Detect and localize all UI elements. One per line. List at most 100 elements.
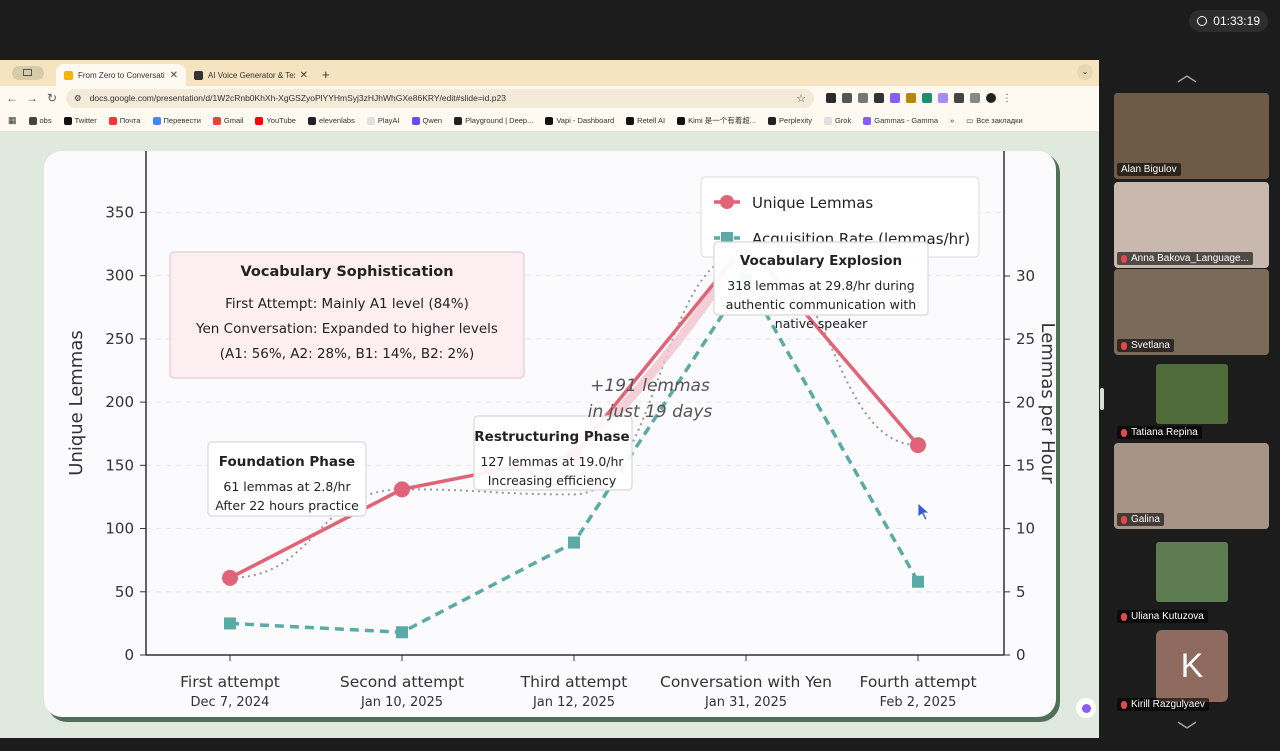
unique-lemmas-point (910, 437, 926, 454)
unique-lemmas-point (394, 481, 410, 498)
extension-icon[interactable] (890, 93, 900, 103)
profile-avatar[interactable] (986, 93, 996, 103)
growth-annotation: in just 19 days (588, 402, 713, 422)
bookmark-icon (307, 116, 316, 125)
bookmark-icon (454, 116, 463, 125)
bookmark-gamma[interactable]: Gammas - Gamma (863, 116, 938, 125)
bookmark-icon (823, 116, 832, 125)
x-tick-date: Feb 2, 2025 (880, 695, 957, 710)
participant-tile[interactable]: Alan Bigulov (1114, 93, 1269, 179)
mouse-cursor-icon (917, 502, 931, 521)
y-right-tick-label: 5 (1016, 583, 1026, 601)
participant-name-tag: Anna Bakova_Language... (1117, 252, 1253, 265)
tab-ai-voice[interactable]: AI Voice Generator & Text to ✕ (186, 64, 316, 86)
participant-tile[interactable]: Anna Bakova_Language... (1114, 182, 1269, 268)
meeting-timer-text: 01:33:19 (1213, 14, 1260, 28)
extension-icon[interactable] (858, 93, 868, 103)
x-tick-label: Second attempt (340, 673, 464, 691)
y-right-tick-label: 15 (1016, 457, 1035, 475)
window-switcher-button[interactable] (12, 66, 44, 80)
bookmark-retell[interactable]: Retell AI (626, 116, 665, 125)
explosion-title: Vocabulary Explosion (740, 253, 902, 269)
bookmark-playai[interactable]: PlayAI (366, 116, 400, 125)
participant-tile[interactable]: Tatiana Repina (1114, 356, 1269, 442)
bookmark-vapi[interactable]: Vapi - Dashboard (545, 116, 614, 125)
bookmark-grok[interactable]: Grok (823, 116, 851, 125)
elevenlabs-favicon-icon (194, 70, 203, 80)
bookmark-icon (212, 116, 221, 125)
bookmark-icon (863, 116, 872, 125)
extension-icon[interactable] (906, 93, 916, 103)
participant-tile[interactable]: Svetlana (1114, 269, 1269, 355)
sophistication-title: Vocabulary Sophistication (240, 264, 453, 280)
x-tick-label: First attempt (180, 673, 280, 691)
bookmarks-overflow-button[interactable]: » (950, 116, 954, 125)
x-tick-label: Fourth attempt (859, 673, 976, 691)
y-tick-label: 250 (105, 330, 134, 348)
x-tick-date: Jan 10, 2025 (360, 695, 443, 710)
extensions-toolbar: ⋮ (826, 93, 1012, 104)
close-icon[interactable]: ✕ (300, 70, 308, 81)
mic-muted-icon (1121, 428, 1127, 437)
bookmark-obs[interactable]: obs (28, 116, 52, 125)
bookmark-qwen[interactable]: Qwen (411, 116, 442, 125)
growth-annotation: +191 lemmas (590, 376, 710, 396)
y-tick-label: 50 (115, 583, 134, 601)
bookmark-icon (626, 116, 635, 125)
site-info-icon[interactable]: ⚙ (74, 93, 82, 104)
mic-muted-icon (1121, 341, 1127, 350)
bookmark-translate[interactable]: Перевести (152, 116, 201, 125)
close-icon[interactable]: ✕ (170, 70, 178, 81)
assistant-button[interactable] (1076, 698, 1096, 718)
chevron-down-icon[interactable]: ﹀ (1177, 715, 1197, 744)
all-bookmarks-button[interactable]: ▭ Все закладки (966, 116, 1022, 125)
extension-icon[interactable] (826, 93, 836, 103)
bookmark-mail[interactable]: Почта (108, 116, 141, 125)
sophistication-line: (A1: 56%, A2: 28%, B1: 14%, B2: 2%) (220, 346, 474, 362)
tab-search-button[interactable]: ⌄ (1077, 64, 1093, 80)
bookmark-elevenlabs[interactable]: elevenlabs (307, 116, 355, 125)
reload-icon[interactable]: ↻ (46, 91, 58, 105)
new-tab-button[interactable]: + (322, 67, 330, 82)
extension-icon[interactable] (874, 93, 884, 103)
bookmark-twitter[interactable]: Twitter (63, 116, 97, 125)
menu-icon[interactable]: ⋮ (1002, 93, 1012, 104)
url-text: docs.google.com/presentation/d/1W2cRnb0K… (89, 93, 506, 103)
bookmark-perplexity[interactable]: Perplexity (768, 116, 812, 125)
extension-icon[interactable] (922, 93, 932, 103)
participant-tile[interactable]: Galina (1114, 443, 1269, 529)
bookmarks-bar: ▦ obs Twitter Почта Перевести Gmail YouT… (0, 110, 1099, 132)
bookmark-icon (63, 116, 72, 125)
participant-name-tag: Galina (1117, 513, 1164, 526)
legend-label-lemmas: Unique Lemmas (752, 194, 873, 212)
participant-avatar-kirill: K (1156, 630, 1228, 702)
y-right-tick-label: 25 (1016, 330, 1035, 348)
extension-icon[interactable] (842, 93, 852, 103)
participant-tile[interactable]: K Kirill Razgulyaev (1114, 628, 1269, 714)
acquisition-rate-point (912, 575, 924, 588)
bookmark-icon (411, 116, 420, 125)
forward-icon[interactable]: → (26, 91, 38, 105)
bookmark-gmail[interactable]: Gmail (212, 116, 243, 125)
chevron-up-icon[interactable]: ︿ (1177, 58, 1197, 87)
participant-video-tatiana (1156, 364, 1228, 424)
bookmark-deepseek[interactable]: Playground | Deep... (454, 116, 533, 125)
unique-lemmas-point (222, 569, 238, 586)
participant-tile[interactable]: Uliana Kutuzova (1114, 540, 1269, 626)
extension-icon[interactable] (938, 93, 948, 103)
back-icon[interactable]: ← (6, 91, 18, 105)
tab-label: From Zero to Conversational (78, 70, 165, 80)
apps-grid-icon[interactable]: ▦ (8, 115, 17, 126)
bookmark-youtube[interactable]: YouTube (255, 116, 296, 125)
address-bar-row: ← → ↻ ⚙ docs.google.com/presentation/d/1… (0, 86, 1099, 110)
bookmark-star-icon[interactable]: ☆ (796, 92, 806, 105)
extension-icon[interactable] (954, 93, 964, 103)
meeting-timer: 01:33:19 (1189, 10, 1268, 32)
url-field[interactable]: ⚙ docs.google.com/presentation/d/1W2cRnb… (66, 88, 814, 108)
puzzle-icon[interactable] (970, 93, 980, 103)
y-tick-label: 300 (105, 267, 134, 285)
explosion-line: native speaker (775, 316, 868, 331)
tab-slides[interactable]: From Zero to Conversational ✕ (56, 64, 186, 86)
slides-favicon-icon (64, 70, 73, 80)
bookmark-kimi[interactable]: Kimi 是一个有着超... (677, 115, 756, 126)
